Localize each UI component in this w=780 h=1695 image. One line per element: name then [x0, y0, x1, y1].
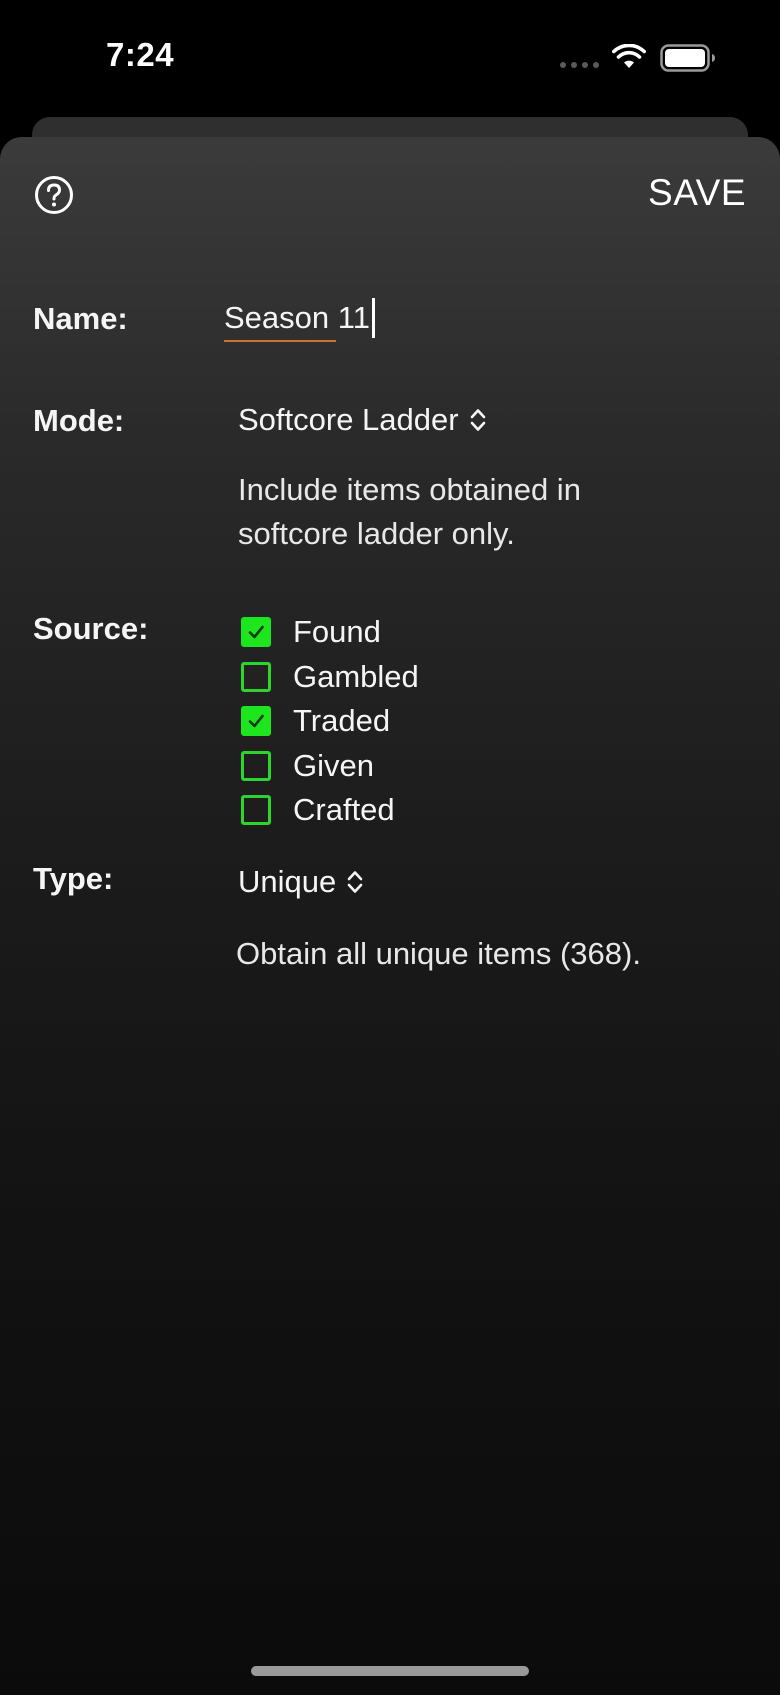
name-input[interactable]: Season 11 — [224, 296, 375, 342]
source-option-crafted[interactable]: Crafted — [241, 788, 419, 833]
source-option-traded[interactable]: Traded — [241, 699, 419, 744]
chevron-up-down-icon — [470, 409, 485, 431]
name-label: Name: — [33, 301, 128, 336]
battery-icon — [660, 44, 715, 72]
chevron-up-down-icon — [347, 871, 363, 893]
mode-picker[interactable]: Softcore Ladder — [238, 402, 487, 438]
source-option-label: Crafted — [293, 792, 395, 828]
type-picker[interactable]: Unique — [238, 864, 364, 900]
wifi-icon — [612, 44, 646, 68]
name-input-value[interactable]: Season 11 — [224, 300, 370, 342]
source-label: Source: — [33, 611, 149, 646]
checkbox-unchecked[interactable] — [241, 661, 271, 692]
source-option-label: Traded — [293, 703, 391, 739]
text-cursor — [371, 298, 375, 338]
source-option-gambled[interactable]: Gambled — [241, 655, 419, 700]
checkbox-checked[interactable] — [241, 617, 271, 648]
cellular-dots-icon — [560, 62, 599, 68]
modal-sheet — [0, 137, 780, 1695]
mode-picker-value: Softcore Ladder — [238, 402, 459, 437]
checkbox-checked[interactable] — [241, 706, 271, 737]
spellcheck-underline — [224, 340, 336, 342]
source-checkbox-list: Found Gambled Traded Given Crafted — [241, 610, 419, 833]
source-option-label: Found — [293, 614, 381, 650]
type-description: Obtain all unique items (368). — [236, 936, 641, 971]
status-time: 7:24 — [106, 36, 175, 73]
save-button[interactable]: SAVE — [648, 172, 746, 214]
name-input-text: Season 11 — [224, 300, 370, 335]
checkmark-icon — [248, 625, 264, 639]
checkbox-unchecked[interactable] — [241, 795, 271, 826]
source-option-label: Given — [293, 747, 374, 783]
type-label: Type: — [33, 861, 114, 896]
question-circle-icon[interactable] — [34, 175, 74, 215]
source-option-label: Gambled — [293, 658, 419, 694]
mode-label: Mode: — [33, 403, 125, 438]
home-indicator[interactable] — [251, 1666, 529, 1676]
checkbox-unchecked[interactable] — [241, 750, 271, 781]
checkmark-icon — [248, 714, 264, 728]
source-option-found[interactable]: Found — [241, 610, 419, 655]
mode-description: Include items obtained in softcore ladde… — [238, 472, 581, 551]
source-option-given[interactable]: Given — [241, 744, 419, 789]
status-bar: 7:24 — [0, 0, 780, 110]
type-picker-value: Unique — [238, 864, 337, 899]
